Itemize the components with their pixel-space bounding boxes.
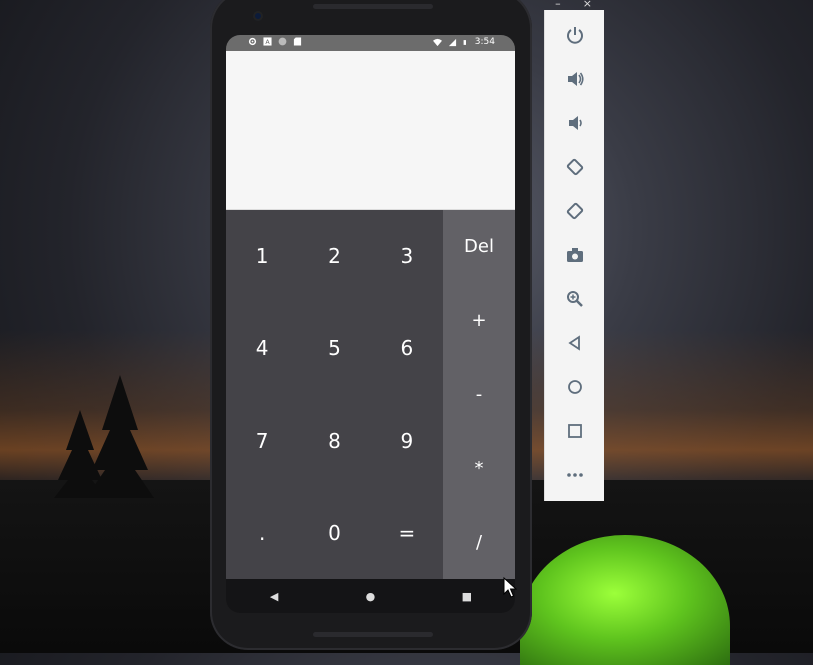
tree-silhouette <box>54 375 154 498</box>
recents-icon[interactable]: ■ <box>457 590 477 603</box>
key-divide[interactable]: / <box>443 505 515 579</box>
speaker-top <box>313 4 433 9</box>
battery-icon <box>463 39 466 45</box>
key-5[interactable]: 5 <box>298 302 370 394</box>
volume-up-button[interactable] <box>545 64 604 94</box>
rotate-left-button[interactable] <box>545 152 604 182</box>
home-button[interactable] <box>545 372 604 402</box>
mouse-cursor <box>503 577 517 598</box>
home-icon[interactable]: ● <box>360 590 380 603</box>
phone-screen: A 3:54 1 2 3 4 5 6 7 8 9 . 0 = Del + - *… <box>226 35 515 613</box>
key-multiply[interactable]: * <box>443 431 515 505</box>
status-bar: A 3:54 <box>226 35 515 51</box>
overview-square-icon <box>567 424 582 438</box>
key-9[interactable]: 9 <box>371 395 443 487</box>
key-minus[interactable]: - <box>443 358 515 432</box>
camera-icon <box>566 248 583 262</box>
signal-icon <box>448 38 456 46</box>
key-delete[interactable]: Del <box>443 210 515 284</box>
key-2[interactable]: 2 <box>298 210 370 302</box>
close-icon[interactable]: × <box>583 0 592 9</box>
svg-text:A: A <box>265 39 270 46</box>
rotate-right-icon <box>566 202 583 220</box>
sync-icon <box>278 37 287 46</box>
wifi-icon <box>432 38 442 46</box>
a-icon: A <box>263 37 272 46</box>
power-button[interactable] <box>545 20 604 50</box>
more-icon <box>566 473 583 477</box>
key-decimal[interactable]: . <box>226 487 298 579</box>
key-6[interactable]: 6 <box>371 302 443 394</box>
volume-down-icon <box>568 116 582 130</box>
overview-button[interactable] <box>545 416 604 446</box>
zoom-icon <box>566 291 583 307</box>
back-triangle-icon <box>567 335 580 351</box>
front-camera <box>253 11 263 21</box>
sd-card-icon <box>293 37 302 46</box>
android-nav-bar: ◀ ● ■ <box>226 579 515 613</box>
home-circle-icon <box>567 380 582 394</box>
status-time: 3:54 <box>474 37 495 47</box>
rotate-left-icon <box>566 158 583 176</box>
screenshot-button[interactable] <box>545 240 604 270</box>
key-0[interactable]: 0 <box>298 487 370 579</box>
emulator-window-controls: – × <box>544 0 603 10</box>
more-button[interactable] <box>545 460 604 490</box>
number-pad: 1 2 3 4 5 6 7 8 9 . 0 = <box>226 210 443 579</box>
settings-icon <box>248 37 257 46</box>
key-equals[interactable]: = <box>371 487 443 579</box>
emulator-toolbar <box>544 10 604 501</box>
back-button[interactable] <box>545 328 604 358</box>
zoom-button[interactable] <box>545 284 604 314</box>
back-icon[interactable]: ◀ <box>264 590 284 603</box>
operator-pad: Del + - * / <box>443 210 515 579</box>
speaker-bottom <box>313 632 433 637</box>
key-1[interactable]: 1 <box>226 210 298 302</box>
volume-down-button[interactable] <box>545 108 604 138</box>
volume-up-icon <box>567 72 584 86</box>
key-8[interactable]: 8 <box>298 395 370 487</box>
rotate-right-button[interactable] <box>545 196 604 226</box>
power-icon <box>566 27 583 44</box>
calculator-display <box>226 51 515 210</box>
key-4[interactable]: 4 <box>226 302 298 394</box>
key-3[interactable]: 3 <box>371 210 443 302</box>
key-7[interactable]: 7 <box>226 395 298 487</box>
key-plus[interactable]: + <box>443 284 515 358</box>
minimize-icon[interactable]: – <box>555 0 561 9</box>
